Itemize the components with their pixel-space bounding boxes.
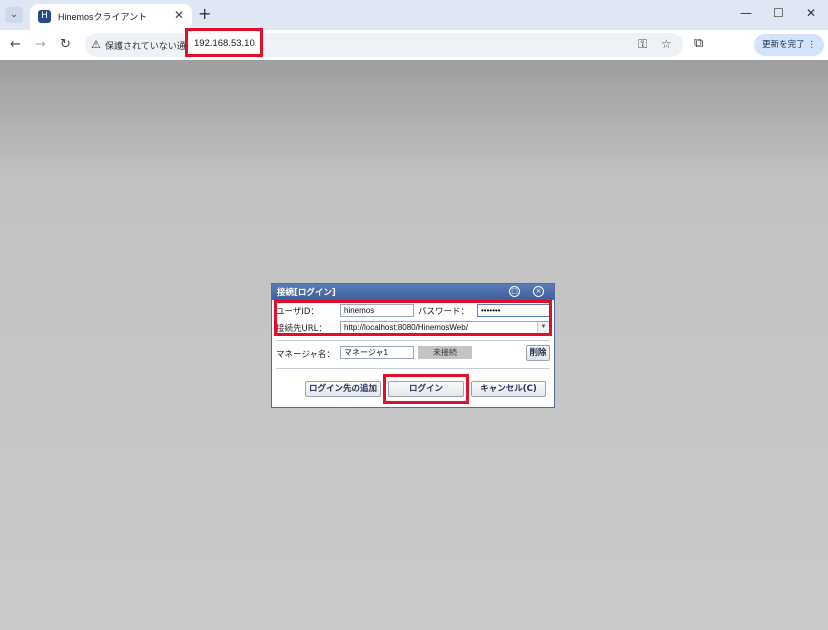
tab-search-button[interactable]: ⌄ <box>5 7 23 23</box>
reload-button[interactable]: ↻ <box>60 37 71 52</box>
update-button[interactable]: 更新を完了 ⋮ <box>754 34 824 56</box>
window-close-button[interactable]: ✕ <box>806 6 816 20</box>
maximize-icon[interactable]: □ <box>509 286 520 297</box>
browser-toolbar: ← → ↻ ⚠ 保護されていない通信 ⚿ ☆ ⧉ 更新を完了 ⋮ <box>0 30 828 60</box>
manager-label: マネージャ名： <box>276 350 335 360</box>
credentials-highlight <box>274 300 552 336</box>
url-text: 192.168.53.10 <box>194 38 255 49</box>
login-dialog: 接続[ログイン] □ × ユーザID： hinemos パスワード： •••••… <box>271 283 555 408</box>
minimize-button[interactable]: — <box>740 6 752 20</box>
tab-hinemos[interactable]: H Hinemosクライアント ✕ <box>30 4 192 30</box>
dialog-title: 接続[ログイン] <box>277 288 336 298</box>
divider <box>276 368 550 369</box>
manager-input[interactable]: マネージャ1 <box>340 346 414 359</box>
delete-button[interactable]: 削除 <box>526 345 550 361</box>
puzzle-icon[interactable]: ⧉ <box>694 36 703 51</box>
add-login-button[interactable]: ログイン先の追加 <box>305 381 381 397</box>
new-tab-button[interactable]: + <box>198 4 211 23</box>
tab-strip: ⌄ H Hinemosクライアント ✕ + — ☐ ✕ <box>0 0 828 30</box>
dialog-title-bar[interactable]: 接続[ログイン] □ × <box>272 284 554 300</box>
forward-button[interactable]: → <box>35 37 46 52</box>
warning-icon[interactable]: ⚠ <box>91 38 101 51</box>
close-icon[interactable]: × <box>533 286 544 297</box>
maximize-button[interactable]: ☐ <box>773 6 784 20</box>
tab-title: Hinemosクライアント <box>58 12 148 22</box>
security-indicator[interactable]: 保護されていない通信 <box>105 39 195 52</box>
key-icon[interactable]: ⚿ <box>638 37 647 52</box>
star-icon[interactable]: ☆ <box>661 37 672 51</box>
address-bar[interactable]: ⚠ 保護されていない通信 ⚿ ☆ <box>85 33 683 57</box>
tab-close-icon[interactable]: ✕ <box>174 8 184 22</box>
hinemos-favicon-icon: H <box>38 10 51 23</box>
url-highlight[interactable]: 192.168.53.10 <box>185 28 263 57</box>
back-button[interactable]: ← <box>10 37 21 52</box>
login-highlight <box>383 374 469 404</box>
divider <box>276 340 550 341</box>
cancel-button[interactable]: キャンセル(C) <box>471 381 546 397</box>
status-badge: 未接続 <box>418 346 472 359</box>
